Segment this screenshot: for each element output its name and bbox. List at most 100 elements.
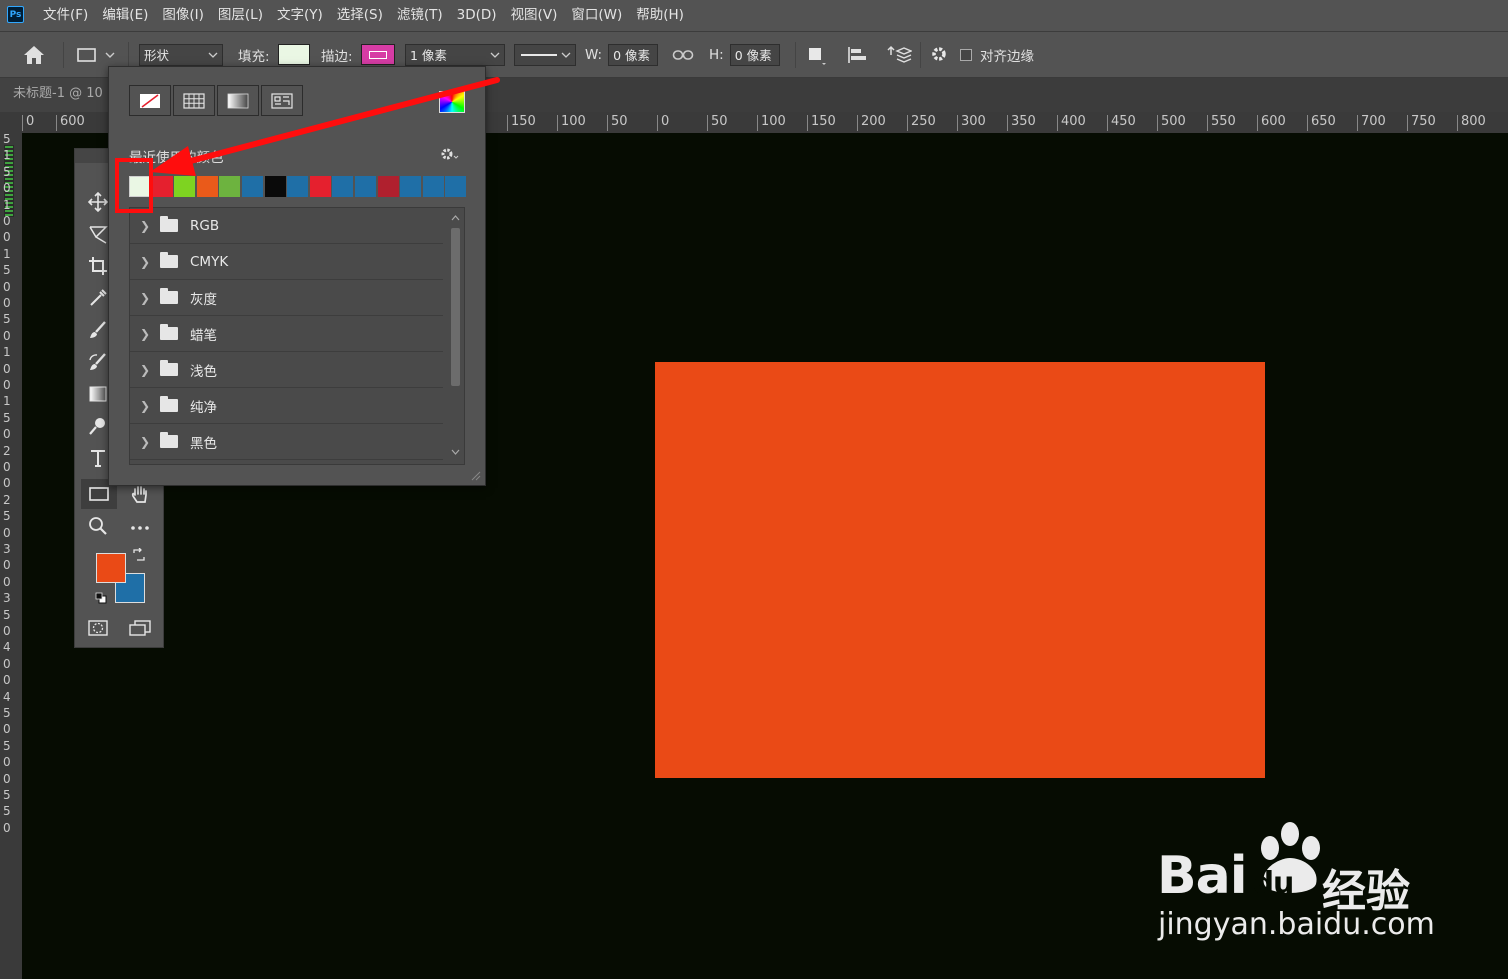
align-icon [848,46,866,63]
ruler-tick-label: 250 [907,115,936,131]
recent-color-swatch[interactable] [196,176,218,197]
panel-settings-button[interactable] [440,147,460,165]
path-alignment-button[interactable] [846,32,868,77]
swatch-group-pure[interactable]: ❯ 纯净 [130,388,443,424]
ruler-digit: 5 [3,410,11,425]
ruler-digit: 0 [3,460,11,474]
ruler-digit: 0 [3,279,11,294]
no-color-icon [140,93,160,108]
ruler-digit: 0 [3,296,11,310]
recent-color-swatch[interactable] [219,176,241,197]
rectangle-tool-icon [77,47,96,62]
swap-colors-button[interactable] [131,547,147,563]
chevron-right-icon: ❯ [139,362,151,377]
menu-view[interactable]: 视图(V) [504,0,565,30]
recent-color-swatch[interactable] [151,176,173,197]
align-edges-checkbox[interactable] [960,48,972,61]
list-scrollbar[interactable] [446,208,464,464]
swatch-group-grayscale[interactable]: ❯ 灰度 [130,280,443,316]
link-dimensions-button[interactable] [672,32,694,77]
rectangle-icon [89,487,109,501]
recent-color-swatch[interactable] [354,176,376,197]
gradient-button[interactable] [217,85,259,116]
home-button[interactable] [22,32,46,77]
ruler-digit: 0 [3,574,11,589]
zoom-tool[interactable] [85,513,111,539]
ruler-tick-label: 200 [857,115,886,131]
swatch-group-label: RGB [190,217,220,234]
red-highlight-box [115,158,153,213]
ruler-tick-label: 600 [56,115,85,131]
menu-file[interactable]: 文件(F) [36,0,95,30]
menu-layer[interactable]: 图层(L) [211,0,270,30]
color-picker-button[interactable] [439,91,465,113]
recent-color-swatch[interactable] [422,176,444,197]
recent-color-swatch[interactable] [264,176,286,197]
height-field[interactable]: 0 像素 [729,43,780,66]
mode-select[interactable]: 形状 [139,43,223,66]
menu-type[interactable]: 文字(Y) [270,0,330,30]
folder-icon [160,432,178,448]
resize-grip-icon[interactable] [469,469,481,481]
chevron-down-icon [105,52,115,58]
stroke-type-select[interactable] [514,43,576,66]
menu-image[interactable]: 图像(I) [155,0,211,30]
menu-edit[interactable]: 编辑(E) [95,0,155,30]
ruler-digit: 5 [3,804,11,819]
width-field[interactable]: 0 像素 [608,43,659,66]
quick-mask-button[interactable] [85,615,111,641]
recent-color-swatch[interactable] [309,176,331,197]
stroke-width-field[interactable]: 1 像素 [405,43,505,66]
recent-color-swatch[interactable] [241,176,263,197]
recent-color-swatch[interactable] [445,176,467,197]
recent-color-swatch[interactable] [332,176,354,197]
document-tab[interactable]: 未标题-1 @ 10 [0,78,110,112]
ruler-tick-label: 550 [1207,115,1236,131]
recent-color-swatch[interactable] [287,176,309,197]
history-brush-icon [89,353,106,370]
scrollbar-thumb[interactable] [451,228,460,386]
recent-color-swatch[interactable] [400,176,422,197]
swatch-group-rgb[interactable]: ❯ RGB [130,208,443,244]
ruler-digit: 5 [3,263,11,278]
ruler-digit: 5 [3,164,11,179]
type-icon [91,450,105,467]
no-color-button[interactable] [129,85,171,116]
stroke-swatch[interactable] [360,44,395,65]
menu-3d[interactable]: 3D(D) [450,0,504,30]
chevron-right-icon: ❯ [139,218,151,233]
swatch-group-light[interactable]: ❯ 浅色 [130,352,443,388]
pattern-button[interactable] [261,85,303,116]
folder-icon [160,396,178,412]
menu-help[interactable]: 帮助(H) [629,0,691,30]
menu-filter[interactable]: 滤镜(T) [390,0,450,30]
swatch-group-pastel[interactable]: ❯ 蜡笔 [130,316,443,352]
ruler-digit: 2 [3,492,11,507]
swatch-group-dark[interactable]: ❯ 黑色 [130,424,443,460]
scroll-up-icon [451,215,460,221]
watermark-brand: Bai du [1157,846,1294,906]
screen-mode-button[interactable] [127,615,153,641]
orange-rectangle-shape[interactable] [655,362,1265,778]
brush-icon [90,321,106,338]
ruler-tick-label: 150 [807,115,836,131]
geometry-options-button[interactable] [929,32,951,77]
menu-select[interactable]: 选择(S) [330,0,390,30]
path-operations-button[interactable] [806,32,828,77]
foreground-color-swatch[interactable] [96,553,126,583]
solid-color-button[interactable] [173,85,215,116]
edit-toolbar-button[interactable] [127,515,153,541]
fill-swatch[interactable] [277,44,310,65]
menu-window[interactable]: 窗口(W) [564,0,629,30]
recent-color-swatch[interactable] [377,176,399,197]
default-colors-button[interactable] [94,591,108,605]
zoom-icon [89,517,107,535]
vertical-ruler: 5150100150050100150200250300350400450500… [0,133,23,979]
chevron-right-icon: ❯ [139,398,151,413]
height-value: 0 像素 [734,48,772,63]
ruler-digit: 1 [3,345,11,360]
ruler-digit: 0 [3,558,11,573]
swatch-group-cmyk[interactable]: ❯ CMYK [130,244,443,280]
recent-color-swatch[interactable] [174,176,196,197]
path-arrangement-button[interactable] [886,32,912,77]
